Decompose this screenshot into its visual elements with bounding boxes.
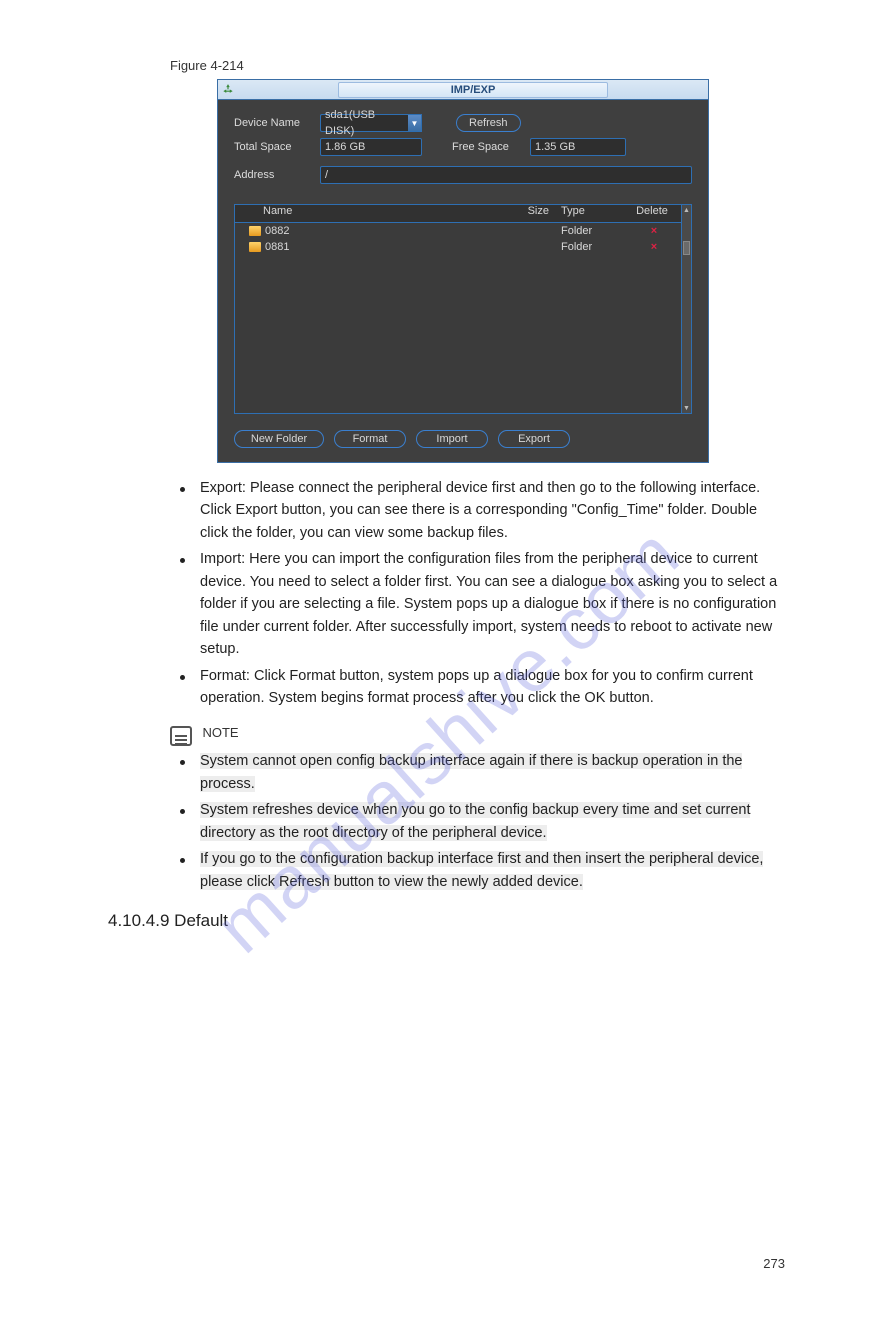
note-heading: NOTE bbox=[202, 725, 238, 740]
recycle-icon bbox=[218, 80, 238, 100]
file-table: Name Size Type Delete 0882 Folder × 0881 bbox=[234, 204, 692, 414]
address-field[interactable]: / bbox=[320, 166, 692, 184]
device-name-select[interactable]: sda1(USB DISK) bbox=[320, 114, 408, 132]
export-button[interactable]: Export bbox=[498, 430, 570, 448]
col-delete: Delete bbox=[627, 205, 681, 222]
list-item: Export: Please connect the peripheral de… bbox=[170, 477, 785, 544]
imp-exp-dialog: IMP/EXP Device Name sda1(USB DISK) ▼ Ref… bbox=[217, 79, 709, 463]
list-item: Format: Click Format button, system pops… bbox=[170, 665, 785, 710]
section-heading: 4.10.4.9 Default bbox=[108, 911, 893, 931]
list-item: System cannot open config backup interfa… bbox=[170, 750, 785, 797]
scroll-up-icon[interactable]: ▲ bbox=[682, 205, 691, 215]
delete-icon[interactable]: × bbox=[627, 241, 681, 253]
import-button[interactable]: Import bbox=[416, 430, 488, 448]
table-row[interactable]: 0881 Folder × bbox=[235, 239, 681, 255]
row-type: Folder bbox=[555, 241, 627, 253]
row-name: 0881 bbox=[265, 241, 289, 253]
free-space-field: 1.35 GB bbox=[530, 138, 626, 156]
list-item: If you go to the configuration backup in… bbox=[170, 848, 785, 895]
titlebar: IMP/EXP bbox=[218, 80, 708, 100]
total-space-label: Total Space bbox=[234, 141, 312, 153]
free-space-label: Free Space bbox=[452, 141, 522, 153]
scrollbar[interactable]: ▲ ▼ bbox=[681, 205, 691, 413]
list-item: System refreshes device when you go to t… bbox=[170, 799, 785, 846]
col-size: Size bbox=[509, 205, 555, 222]
address-label: Address bbox=[234, 169, 312, 181]
figure-caption: Figure 4-214 bbox=[170, 58, 893, 73]
refresh-button[interactable]: Refresh bbox=[456, 114, 521, 132]
delete-icon[interactable]: × bbox=[627, 225, 681, 237]
device-name-label: Device Name bbox=[234, 117, 312, 129]
row-name: 0882 bbox=[265, 225, 289, 237]
table-header: Name Size Type Delete bbox=[235, 205, 681, 223]
body-text: Export: Please connect the peripheral de… bbox=[170, 477, 785, 710]
format-button[interactable]: Format bbox=[334, 430, 406, 448]
col-type: Type bbox=[555, 205, 627, 222]
scroll-down-icon[interactable]: ▼ bbox=[682, 403, 691, 413]
row-type: Folder bbox=[555, 225, 627, 237]
note-block: System cannot open config backup interfa… bbox=[170, 750, 785, 895]
page-number: 273 bbox=[0, 1256, 893, 1271]
list-item: Import: Here you can import the configur… bbox=[170, 548, 785, 660]
total-space-field: 1.86 GB bbox=[320, 138, 422, 156]
scroll-thumb[interactable] bbox=[683, 241, 690, 255]
folder-icon bbox=[249, 242, 261, 252]
note-book-icon bbox=[170, 726, 192, 746]
table-row[interactable]: 0882 Folder × bbox=[235, 223, 681, 239]
dialog-title: IMP/EXP bbox=[338, 82, 608, 98]
new-folder-button[interactable]: New Folder bbox=[234, 430, 324, 448]
chevron-down-icon[interactable]: ▼ bbox=[408, 114, 422, 132]
folder-icon bbox=[249, 226, 261, 236]
col-name: Name bbox=[235, 205, 509, 222]
